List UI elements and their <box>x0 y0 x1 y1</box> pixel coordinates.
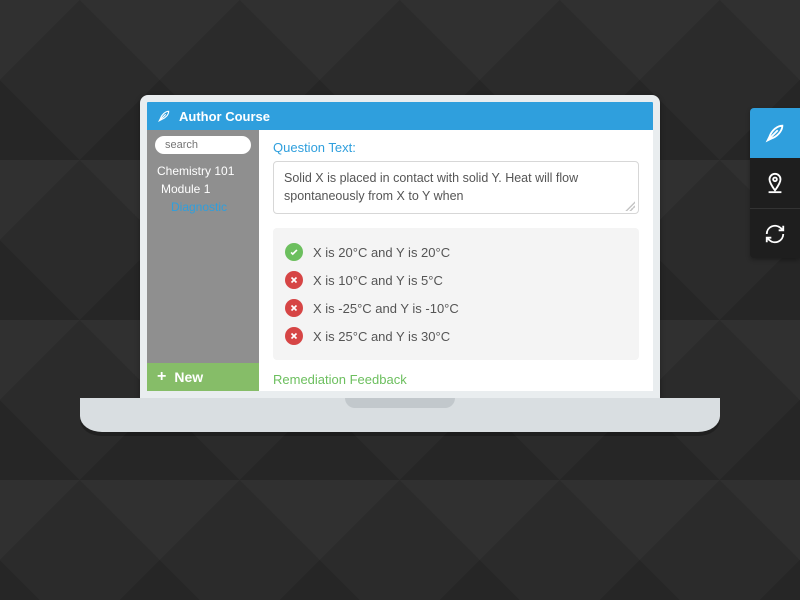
new-button[interactable]: + New <box>147 363 259 391</box>
x-icon <box>285 327 303 345</box>
window-titlebar: Author Course <box>147 102 653 130</box>
remediation-label: Remediation Feedback <box>273 372 639 387</box>
feather-icon <box>157 109 171 123</box>
tree-course[interactable]: Chemistry 101 <box>157 162 259 180</box>
window-title: Author Course <box>179 109 270 124</box>
app-body: Chemistry 101 Module 1 Diagnostic + New … <box>147 130 653 391</box>
question-text-input[interactable]: Solid X is placed in contact with solid … <box>273 161 639 214</box>
option-text: X is -25°C and Y is -10°C <box>313 301 459 316</box>
answer-option[interactable]: X is 10°C and Y is 5°C <box>285 266 627 294</box>
editor-panel: Question Text: Solid X is placed in cont… <box>259 130 653 391</box>
new-button-label: New <box>174 369 203 385</box>
search-input[interactable] <box>155 136 251 154</box>
laptop-base <box>80 398 720 432</box>
answer-option[interactable]: X is 25°C and Y is 30°C <box>285 322 627 350</box>
sidebar: Chemistry 101 Module 1 Diagnostic + New <box>147 130 259 391</box>
laptop-screen: Author Course Chemistry 101 Module 1 Dia… <box>140 95 660 398</box>
tree-module[interactable]: Module 1 <box>157 180 259 198</box>
plus-icon: + <box>157 369 166 385</box>
tree-item-active[interactable]: Diagnostic <box>157 198 259 216</box>
question-label: Question Text: <box>273 140 639 155</box>
x-icon <box>285 271 303 289</box>
x-icon <box>285 299 303 317</box>
side-tool-tabs <box>750 108 800 258</box>
option-text: X is 25°C and Y is 30°C <box>313 329 450 344</box>
sync-tab[interactable] <box>750 208 800 258</box>
answer-option[interactable]: X is 20°C and Y is 20°C <box>285 238 627 266</box>
answer-option[interactable]: X is -25°C and Y is -10°C <box>285 294 627 322</box>
answer-options-card: X is 20°C and Y is 20°C X is 10°C and Y … <box>273 228 639 360</box>
author-tab[interactable] <box>750 108 800 158</box>
map-tab[interactable] <box>750 158 800 208</box>
option-text: X is 20°C and Y is 20°C <box>313 245 450 260</box>
check-icon <box>285 243 303 261</box>
resize-grip-icon[interactable] <box>625 201 635 211</box>
option-text: X is 10°C and Y is 5°C <box>313 273 443 288</box>
course-tree[interactable]: Chemistry 101 Module 1 Diagnostic <box>147 162 259 216</box>
question-text-value: Solid X is placed in contact with solid … <box>284 171 578 203</box>
laptop-notch <box>345 398 455 408</box>
